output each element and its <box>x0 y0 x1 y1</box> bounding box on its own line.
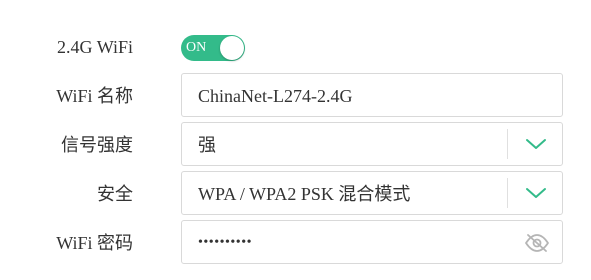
wifi-password-row: WiFi 密码 •••••••••• <box>0 220 591 266</box>
wifi-toggle-row: 2.4G WiFi ON <box>0 24 591 70</box>
security-value: WPA / WPA2 PSK 混合模式 <box>198 184 411 204</box>
signal-strength-label: 信号强度 <box>61 135 133 155</box>
wifi-password-value: •••••••••• <box>198 235 253 250</box>
security-label: 安全 <box>97 184 133 204</box>
wifi-name-label: WiFi 名称 <box>56 86 133 106</box>
toggle-knob <box>220 36 244 60</box>
wifi-password-label: WiFi 密码 <box>56 233 133 253</box>
wifi-settings-form: 2.4G WiFi ON WiFi 名称 ChinaNet-L274-2.4G … <box>0 0 591 280</box>
security-select[interactable]: WPA / WPA2 PSK 混合模式 <box>181 171 563 215</box>
eye-off-icon[interactable] <box>524 232 550 254</box>
wifi-enable-toggle[interactable]: ON <box>181 35 245 61</box>
wifi-name-input[interactable]: ChinaNet-L274-2.4G <box>181 73 563 117</box>
wifi-toggle-label: 2.4G WiFi <box>57 37 133 57</box>
toggle-state-text: ON <box>186 40 207 55</box>
wifi-name-row: WiFi 名称 ChinaNet-L274-2.4G <box>0 73 591 119</box>
signal-strength-select[interactable]: 强 <box>181 122 563 166</box>
wifi-name-value: ChinaNet-L274-2.4G <box>198 86 353 106</box>
select-divider <box>507 178 508 208</box>
wifi-password-input[interactable]: •••••••••• <box>181 220 563 264</box>
select-divider <box>507 129 508 159</box>
security-row: 安全 WPA / WPA2 PSK 混合模式 <box>0 171 591 217</box>
signal-strength-value: 强 <box>198 135 216 155</box>
signal-strength-row: 信号强度 强 <box>0 122 591 168</box>
chevron-down-icon[interactable] <box>524 134 548 154</box>
chevron-down-icon[interactable] <box>524 183 548 203</box>
